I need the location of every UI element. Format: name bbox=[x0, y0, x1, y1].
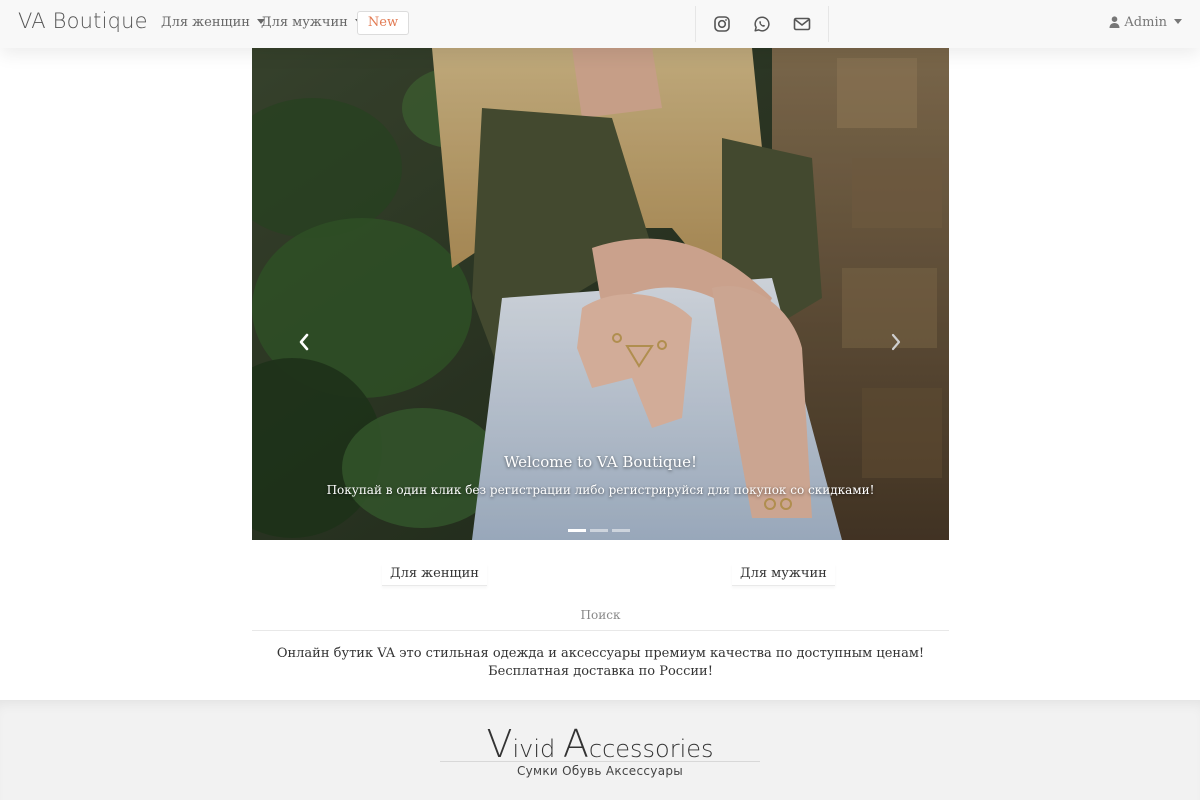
new-button[interactable]: New bbox=[357, 11, 409, 35]
menu-men-dropdown[interactable]: Для мужчин bbox=[261, 15, 363, 30]
category-women-button[interactable]: Для женщин bbox=[382, 564, 487, 586]
social-links bbox=[695, 6, 829, 42]
divider bbox=[252, 630, 949, 631]
carousel-caption-text: Покупай в один клик без регистрации либо… bbox=[326, 483, 875, 497]
carousel-caption-title: Welcome to VA Boutique! bbox=[503, 453, 698, 471]
menu-women-label: Для женщин bbox=[161, 15, 250, 30]
carousel-next-icon[interactable] bbox=[888, 332, 904, 352]
carousel-indicator[interactable] bbox=[568, 529, 586, 532]
user-icon bbox=[1109, 16, 1120, 28]
footer-logo: Vivid Accessories bbox=[486, 722, 714, 766]
whatsapp-icon[interactable] bbox=[753, 15, 771, 33]
navbar: VA Boutique Для женщин Для мужчин New Ad… bbox=[0, 0, 1200, 48]
carousel-indicators bbox=[568, 517, 634, 536]
carousel-prev-icon[interactable] bbox=[296, 332, 312, 352]
menu-men-label: Для мужчин bbox=[261, 15, 348, 30]
carousel-indicator[interactable] bbox=[612, 529, 630, 532]
brand-logo[interactable]: VA Boutique bbox=[18, 9, 148, 33]
mail-icon[interactable] bbox=[793, 15, 811, 33]
instagram-icon[interactable] bbox=[713, 15, 731, 33]
category-men-button[interactable]: Для мужчин bbox=[732, 564, 835, 586]
footer-tagline: Сумки Обувь Аксессуары bbox=[516, 764, 684, 778]
search-link[interactable]: Поиск bbox=[252, 608, 949, 622]
hero-carousel: Welcome to VA Boutique! Покупай в один к… bbox=[252, 48, 949, 540]
caret-down-icon bbox=[1174, 19, 1182, 24]
user-name: Admin bbox=[1124, 15, 1167, 30]
footer-logo-divider bbox=[440, 761, 760, 762]
shop-description: Онлайн бутик VA это стильная одежда и ак… bbox=[276, 646, 925, 679]
menu-women-dropdown[interactable]: Для женщин bbox=[161, 15, 265, 30]
carousel-indicator[interactable] bbox=[590, 529, 608, 532]
user-menu-dropdown[interactable]: Admin bbox=[1109, 15, 1182, 30]
